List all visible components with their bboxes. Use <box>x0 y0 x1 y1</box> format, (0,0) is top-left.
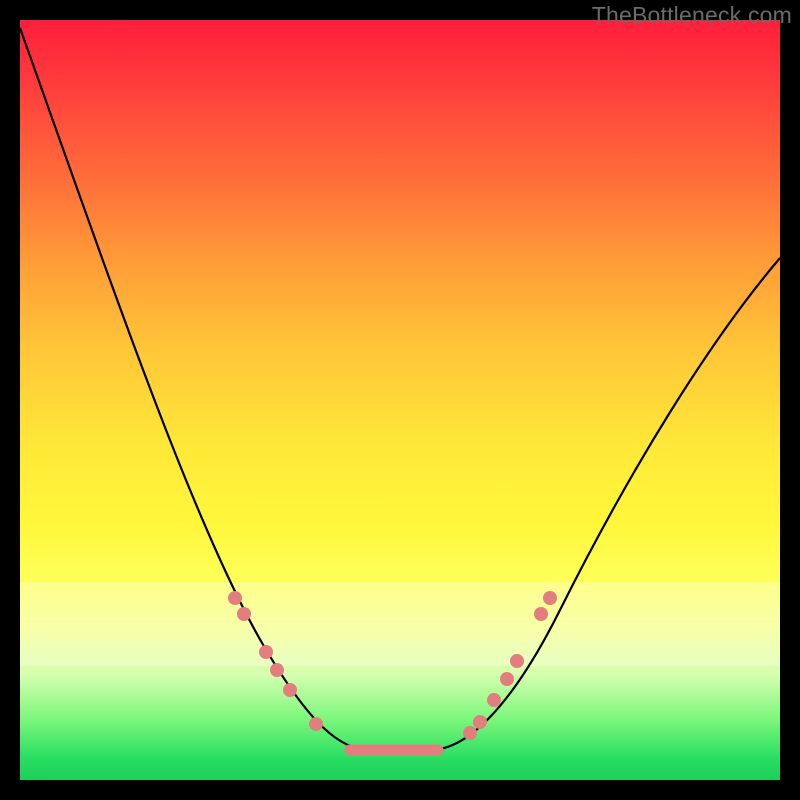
highlight-dot <box>270 663 284 677</box>
plot-area <box>20 20 780 780</box>
chart-frame: TheBottleneck.com <box>0 0 800 800</box>
highlight-dot <box>259 645 273 659</box>
highlight-dot <box>309 717 323 731</box>
highlight-dot <box>487 693 501 707</box>
watermark-text: TheBottleneck.com <box>592 2 792 29</box>
highlight-dots-group <box>228 591 557 740</box>
highlight-dot <box>228 591 242 605</box>
highlight-dot <box>500 672 514 686</box>
highlight-dot <box>283 683 297 697</box>
highlight-dot <box>534 607 548 621</box>
chart-svg <box>20 20 780 780</box>
bottleneck-curve <box>20 28 780 750</box>
highlight-dot <box>463 726 477 740</box>
highlight-dot <box>473 715 487 729</box>
highlight-dot <box>237 607 251 621</box>
highlight-dot <box>543 591 557 605</box>
highlight-dot <box>510 654 524 668</box>
